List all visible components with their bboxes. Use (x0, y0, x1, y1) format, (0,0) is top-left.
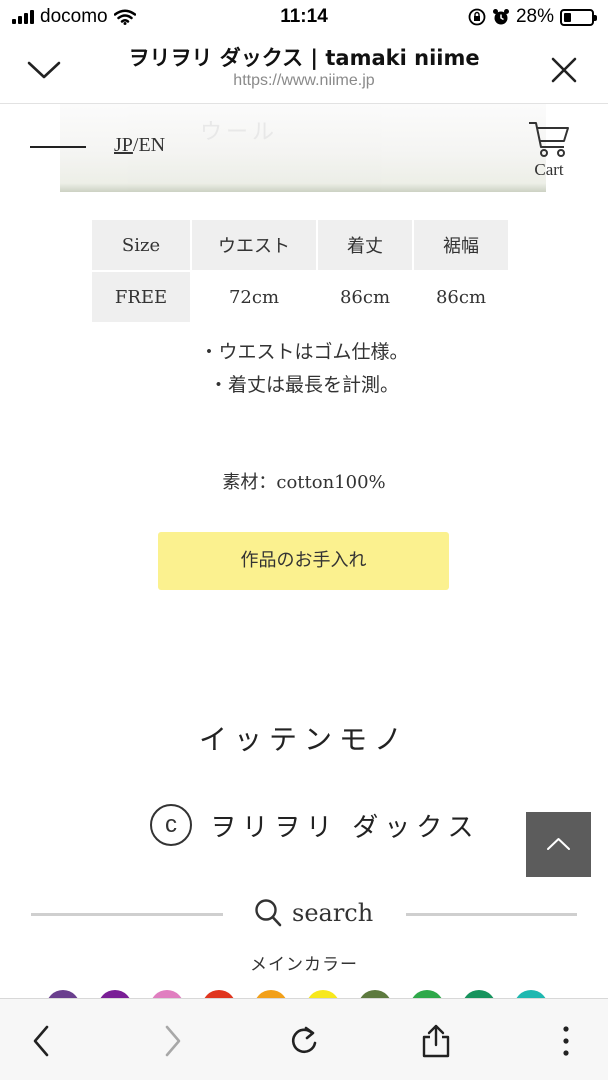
divider (406, 913, 577, 916)
cart-label: Cart (534, 160, 564, 179)
status-right: 28% (468, 6, 597, 28)
reload-button[interactable] (284, 1021, 324, 1061)
page-url[interactable]: https://www.niime.jp (90, 72, 518, 90)
more-vertical-icon (563, 1026, 569, 1056)
divider (31, 913, 223, 916)
orientation-lock-icon (468, 8, 486, 26)
table-header-cell: ウエスト (192, 220, 316, 270)
note-line: ・ウエストはゴム仕様。 (199, 341, 409, 363)
back-arrow-icon (33, 1025, 49, 1057)
battery-percent: 28% (515, 6, 554, 27)
cart-button[interactable]: Cart (524, 118, 574, 180)
chevron-down-icon (27, 61, 61, 79)
collapse-button[interactable] (24, 50, 64, 90)
copyright-icon: c (150, 804, 192, 846)
menu-button[interactable] (30, 146, 86, 148)
table-cell: 86cm (435, 286, 487, 308)
chevron-up-icon (547, 838, 570, 850)
product-credit: c ヲリヲリ ダックス (150, 804, 480, 846)
close-icon (551, 57, 577, 83)
search-section: search (0, 896, 608, 936)
search-label: search (292, 899, 374, 927)
back-button[interactable] (22, 1021, 62, 1061)
battery-fill (564, 12, 572, 22)
table-cell: 86cm (339, 286, 391, 308)
reload-icon (291, 1026, 317, 1054)
alarm-icon (492, 9, 509, 25)
cart-icon (529, 122, 569, 157)
care-instructions-button[interactable]: 作品のお手入れ (158, 532, 449, 590)
search-icon (255, 899, 282, 927)
language-switcher: JP/EN (114, 134, 165, 157)
scroll-to-top-button[interactable] (526, 812, 591, 877)
lang-en-link[interactable]: EN (138, 134, 165, 156)
search-button[interactable]: search (254, 898, 373, 928)
site-header: ウール JP/EN Cart (0, 104, 608, 194)
browser-toolbar (0, 998, 608, 1080)
hero-watermark: ウール (200, 120, 279, 145)
more-options-button[interactable] (546, 1021, 586, 1061)
forward-arrow-icon (165, 1025, 181, 1057)
browser-header: ヲリヲリ ダックス | tamaki niime https://www.nii… (0, 34, 608, 104)
table-header-cell: Size (92, 220, 190, 270)
category-title: イッテンモノ (198, 723, 409, 756)
table-row: FREE 72cm 86cm 86cm (92, 272, 508, 322)
material-text: 素材：cotton100% (222, 472, 386, 493)
size-table: Size ウエスト 着丈 裾幅 FREE 72cm 86cm 86cm (90, 218, 510, 324)
share-button[interactable] (416, 1021, 456, 1061)
product-name: ヲリヲリ ダックス (210, 812, 480, 843)
forward-button[interactable] (152, 1021, 192, 1061)
table-header-row: Size ウエスト 着丈 裾幅 (92, 220, 508, 270)
status-bar: docomo 11:14 28% (0, 0, 608, 34)
table-header-cell: 裾幅 (414, 220, 508, 270)
lang-jp-link[interactable]: JP (114, 134, 133, 156)
battery-icon (560, 8, 597, 26)
product-notes: ・ウエストはゴム仕様。 ・着丈は最長を計測。 (0, 336, 608, 402)
main-color-label: メインカラー (250, 955, 358, 975)
table-header-cell: 着丈 (318, 220, 412, 270)
share-icon (422, 1024, 450, 1058)
page-title: ヲリヲリ ダックス | tamaki niime (128, 46, 480, 70)
close-button[interactable] (544, 50, 584, 90)
note-line: ・着丈は最長を計測。 (208, 374, 399, 396)
table-cell: 72cm (228, 286, 280, 308)
table-cell: FREE (92, 272, 190, 322)
